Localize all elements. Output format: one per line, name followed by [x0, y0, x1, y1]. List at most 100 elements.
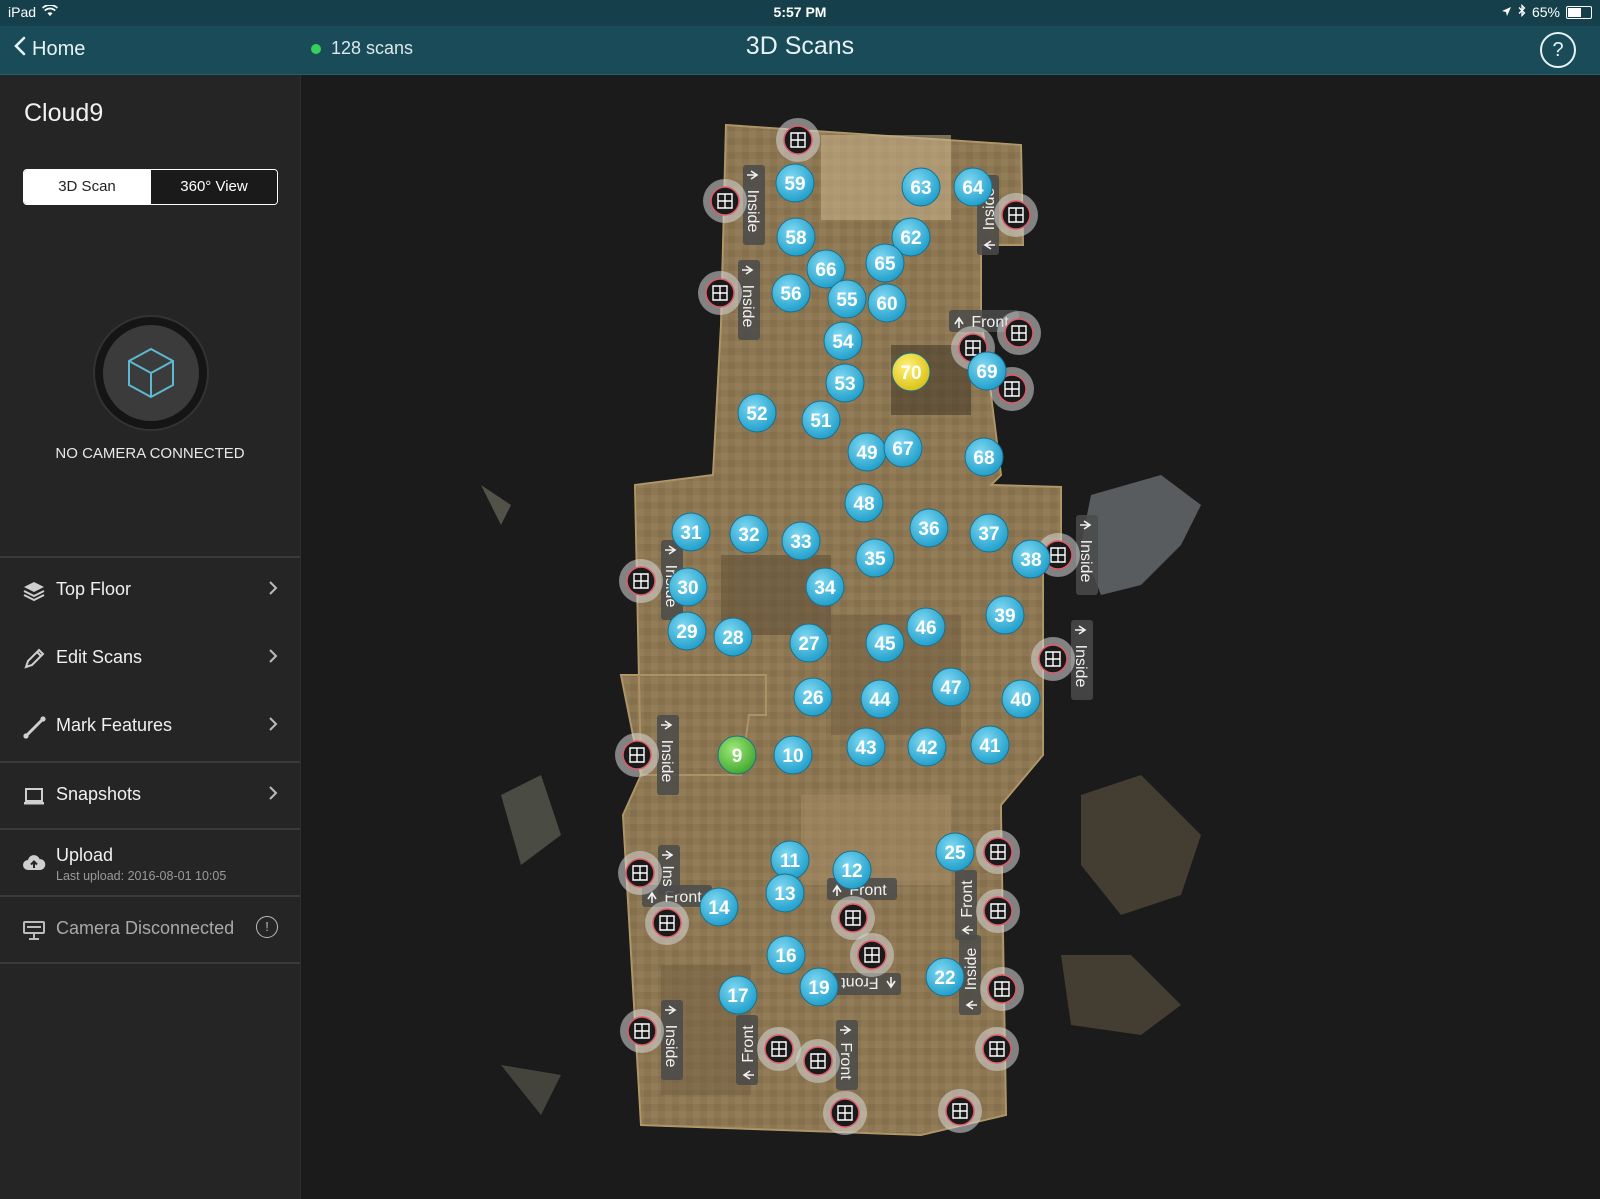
- scan-pin[interactable]: 63: [901, 167, 941, 207]
- window-marker-icon[interactable]: [823, 1091, 867, 1135]
- door-marker[interactable]: Front: [831, 973, 901, 995]
- scan-pin[interactable]: 9: [717, 735, 757, 775]
- door-marker[interactable]: Front: [955, 870, 977, 940]
- toggle-360-view[interactable]: 360° View: [150, 170, 277, 204]
- scan-pin[interactable]: 56: [771, 273, 811, 313]
- scan-pin-label: 10: [782, 746, 803, 767]
- alert-icon[interactable]: !: [256, 916, 278, 938]
- scan-pin[interactable]: 47: [931, 667, 971, 707]
- window-marker-icon[interactable]: [975, 1027, 1019, 1071]
- window-marker-icon[interactable]: [703, 179, 747, 223]
- toggle-3d-scan[interactable]: 3D Scan: [24, 170, 150, 204]
- window-marker-icon[interactable]: [994, 193, 1038, 237]
- window-marker-icon[interactable]: [850, 933, 894, 977]
- menu-upload[interactable]: Upload Last upload: 2016-08-01 10:05: [0, 829, 300, 895]
- scan-pin[interactable]: 29: [667, 611, 707, 651]
- marker-label: Inside: [963, 948, 980, 991]
- window-marker-icon[interactable]: [938, 1089, 982, 1133]
- scan-pin[interactable]: 51: [801, 400, 841, 440]
- menu-edit-scans[interactable]: Edit Scans: [0, 625, 300, 691]
- scan-pin[interactable]: 37: [969, 513, 1009, 553]
- window-marker-icon[interactable]: [698, 271, 742, 315]
- window-marker-icon[interactable]: [997, 311, 1041, 355]
- scan-pin[interactable]: 54: [823, 321, 863, 361]
- door-marker[interactable]: Inside: [657, 715, 679, 795]
- help-button[interactable]: ?: [1540, 32, 1576, 68]
- scan-pin[interactable]: 28: [713, 617, 753, 657]
- scan-pin[interactable]: 52: [737, 393, 777, 433]
- scan-pin[interactable]: 40: [1001, 679, 1041, 719]
- window-marker-icon[interactable]: [1031, 637, 1075, 681]
- scan-pin[interactable]: 19: [799, 967, 839, 1007]
- menu-top-floor[interactable]: Top Floor: [0, 557, 300, 623]
- scan-pin[interactable]: 68: [964, 437, 1004, 477]
- scan-pin[interactable]: 27: [789, 623, 829, 663]
- scan-pin[interactable]: 33: [781, 521, 821, 561]
- scan-pin[interactable]: 13: [765, 873, 805, 913]
- window-marker-icon[interactable]: [796, 1039, 840, 1083]
- window-marker-icon[interactable]: [645, 901, 689, 945]
- scan-pin[interactable]: 70: [891, 352, 931, 392]
- scan-pin[interactable]: 31: [671, 512, 711, 552]
- scan-pin[interactable]: 35: [855, 538, 895, 578]
- window-marker-icon[interactable]: [776, 118, 820, 162]
- scan-pin[interactable]: 55: [827, 279, 867, 319]
- menu-camera-disconnected[interactable]: Camera Disconnected !: [0, 896, 300, 962]
- scan-pin[interactable]: 42: [907, 727, 947, 767]
- door-marker[interactable]: Front: [836, 1020, 858, 1090]
- scan-pin[interactable]: 34: [805, 567, 845, 607]
- scan-pin-label: 9: [732, 746, 743, 767]
- scan-pin[interactable]: 58: [776, 217, 816, 257]
- scan-pin[interactable]: 26: [793, 677, 833, 717]
- scan-pin-label: 40: [1010, 690, 1031, 711]
- scan-pin[interactable]: 59: [775, 163, 815, 203]
- scan-pin[interactable]: 49: [847, 432, 887, 472]
- door-marker[interactable]: Front: [736, 1015, 758, 1085]
- scan-pin[interactable]: 38: [1011, 539, 1051, 579]
- menu-snapshots[interactable]: Snapshots: [0, 762, 300, 828]
- scan-pin[interactable]: 30: [668, 567, 708, 607]
- sidebar: Cloud9 3D Scan 360° View NO CAMERA CONNE…: [0, 75, 301, 1199]
- scan-pin[interactable]: 41: [970, 725, 1010, 765]
- scan-pin[interactable]: 32: [729, 514, 769, 554]
- scan-pin[interactable]: 53: [825, 363, 865, 403]
- window-marker-icon[interactable]: [620, 1009, 664, 1053]
- scan-pin[interactable]: 45: [865, 623, 905, 663]
- scan-pin[interactable]: 67: [883, 428, 923, 468]
- scan-pin[interactable]: 60: [867, 283, 907, 323]
- scan-pin[interactable]: 10: [773, 735, 813, 775]
- door-marker[interactable]: Inside: [738, 260, 760, 340]
- scan-pin[interactable]: 46: [906, 607, 946, 647]
- floorplan-svg[interactable]: FrontFront FrontFrontFrontFront FrontInsid…: [301, 75, 1600, 1199]
- scan-pin[interactable]: 48: [844, 483, 884, 523]
- window-marker-icon[interactable]: [619, 559, 663, 603]
- scan-pin[interactable]: 44: [860, 679, 900, 719]
- scan-pin[interactable]: 36: [909, 508, 949, 548]
- window-marker-icon[interactable]: [757, 1027, 801, 1071]
- scan-pin[interactable]: 64: [953, 167, 993, 207]
- scan-pin[interactable]: 17: [718, 975, 758, 1015]
- scan-pin-label: 26: [802, 688, 823, 709]
- window-marker-icon[interactable]: [615, 733, 659, 777]
- window-marker-icon[interactable]: [976, 889, 1020, 933]
- layers-icon: [22, 579, 46, 603]
- page-title: 3D Scans: [745, 32, 855, 60]
- scan-pin-label: 70: [900, 363, 921, 384]
- scan-pin[interactable]: 65: [865, 243, 905, 283]
- window-marker-icon[interactable]: [980, 967, 1024, 1011]
- scan-pin[interactable]: 39: [985, 595, 1025, 635]
- view-toggle[interactable]: 3D Scan 360° View: [23, 169, 278, 205]
- scan-pin[interactable]: 12: [832, 850, 872, 890]
- scan-pin[interactable]: 69: [967, 351, 1007, 391]
- scan-pin[interactable]: 43: [846, 727, 886, 767]
- door-marker[interactable]: Inside: [661, 1000, 683, 1080]
- window-marker-icon[interactable]: [976, 830, 1020, 874]
- menu-mark-features[interactable]: Mark Features: [0, 693, 300, 759]
- scan-pin[interactable]: 25: [935, 832, 975, 872]
- scan-map[interactable]: Front Front Front Front Front Front Front Insid…: [301, 75, 1600, 1199]
- scan-pin[interactable]: 22: [925, 957, 965, 997]
- scan-pin[interactable]: 11: [770, 840, 810, 880]
- scan-pin[interactable]: 16: [766, 935, 806, 975]
- scan-pin[interactable]: 14: [699, 887, 739, 927]
- window-marker-icon[interactable]: [618, 851, 662, 895]
